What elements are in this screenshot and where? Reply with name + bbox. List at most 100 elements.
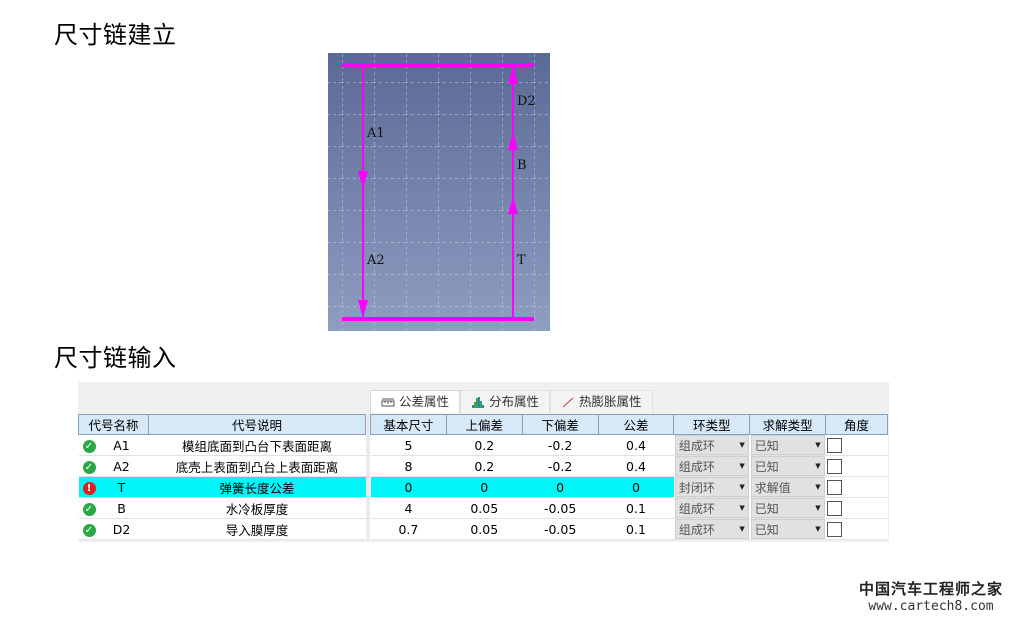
ring-type-dropdown[interactable]: 组成环 ▼ [674, 456, 749, 476]
table-splitter[interactable] [367, 414, 369, 542]
dimension-chain-panel: 公差属性 分布属性 热膨胀属性 代号名称 代号说明 ✓ A1 模组底面到凸台下表… [78, 382, 889, 542]
angle-checkbox[interactable] [826, 522, 842, 537]
dropdown-arrow-icon: ▼ [815, 504, 821, 512]
table-row[interactable]: ✓ D2 导入膜厚度 [78, 518, 366, 540]
table-row[interactable]: 5 0.2 -0.2 0.4 组成环 ▼ 已知 ▼ [370, 434, 888, 456]
upper-dev-cell[interactable]: 0.2 [446, 455, 523, 477]
check-circle-icon: ✓ [82, 460, 96, 474]
code-name: A1 [113, 437, 130, 453]
angle-checkbox[interactable] [826, 480, 842, 495]
header-upper-dev[interactable]: 上偏差 [445, 414, 523, 435]
solve-type-dropdown[interactable]: 已知 ▼ [750, 435, 825, 455]
solve-type-value: 求解值 [754, 480, 791, 495]
watermark: 中国汽车工程师之家 www.cartech8.com [859, 578, 1003, 614]
upper-dev-cell[interactable]: 0 [446, 476, 523, 498]
dropdown-arrow-icon: ▼ [739, 525, 745, 533]
dropdown-arrow-icon: ▼ [739, 462, 745, 470]
upper-dev-cell[interactable]: 0.05 [446, 518, 523, 540]
nominal-cell[interactable]: 0 [370, 476, 447, 498]
ring-type-value: 组成环 [678, 438, 715, 453]
header-code-desc[interactable]: 代号说明 [147, 414, 367, 435]
ring-type-value: 组成环 [678, 459, 715, 474]
table-row[interactable]: ✓ B 水冷板厚度 [78, 497, 366, 519]
code-name: D2 [112, 521, 131, 537]
check-circle-icon: ✓ [82, 523, 96, 537]
tolerance-cell[interactable]: 0 [598, 476, 674, 498]
dropdown-arrow-icon: ▼ [815, 462, 821, 470]
code-description[interactable]: 弹簧长度公差 [148, 476, 366, 498]
code-table: 代号名称 代号说明 ✓ A1 模组底面到凸台下表面距离 ✓ A2 底壳上表面到凸… [78, 414, 367, 540]
property-tabs: 公差属性 分布属性 热膨胀属性 [370, 390, 653, 413]
watermark-url: www.cartech8.com [868, 599, 994, 614]
table-row[interactable]: 0.7 0.05 -0.05 0.1 组成环 ▼ 已知 ▼ [370, 518, 888, 540]
solve-type-dropdown[interactable]: 求解值 ▼ [750, 477, 825, 497]
label-a1: A1 [366, 126, 385, 141]
section-title-build: 尺寸链建立 [54, 21, 177, 49]
lower-dev-cell[interactable]: -0.2 [522, 455, 599, 477]
header-nominal[interactable]: 基本尺寸 [370, 414, 447, 435]
code-description[interactable]: 水冷板厚度 [148, 497, 366, 519]
solve-type-value: 已知 [754, 438, 779, 453]
header-lower-dev[interactable]: 下偏差 [521, 414, 599, 435]
dropdown-arrow-icon: ▼ [815, 525, 821, 533]
dropdown-arrow-icon: ▼ [739, 441, 745, 449]
nominal-cell[interactable]: 4 [370, 497, 447, 519]
solve-type-dropdown[interactable]: 已知 ▼ [750, 456, 825, 476]
angle-checkbox[interactable] [826, 438, 842, 453]
tab-tolerance-label: 公差属性 [399, 394, 450, 409]
header-solve-type[interactable]: 求解类型 [749, 414, 827, 435]
nominal-cell[interactable]: 8 [370, 455, 447, 477]
dropdown-arrow-icon: ▼ [815, 441, 821, 449]
ring-type-dropdown[interactable]: 组成环 ▼ [674, 519, 749, 539]
table-row[interactable]: ✓ A1 模组底面到凸台下表面距离 [78, 434, 366, 456]
table-row[interactable]: ! T 弹簧长度公差 [78, 476, 366, 498]
line-icon [562, 397, 574, 408]
upper-dev-cell[interactable]: 0.2 [446, 434, 523, 456]
ring-type-dropdown[interactable]: 组成环 ▼ [674, 498, 749, 518]
header-ring-type[interactable]: 环类型 [673, 414, 751, 435]
code-description[interactable]: 底壳上表面到凸台上表面距离 [148, 455, 366, 477]
tab-thermal-expansion[interactable]: 热膨胀属性 [550, 390, 653, 413]
section-title-input: 尺寸链输入 [54, 344, 177, 372]
solve-type-value: 已知 [754, 459, 779, 474]
tab-thermal-expansion-label: 热膨胀属性 [579, 394, 642, 409]
tolerance-cell[interactable]: 0.4 [598, 455, 674, 477]
solve-type-dropdown[interactable]: 已知 ▼ [750, 498, 825, 518]
table-row[interactable]: 4 0.05 -0.05 0.1 组成环 ▼ 已知 ▼ [370, 497, 888, 519]
label-a2: A2 [366, 253, 385, 268]
tolerance-cell[interactable]: 0.1 [598, 518, 674, 540]
nominal-cell[interactable]: 5 [370, 434, 447, 456]
ring-type-dropdown[interactable]: 封闭环 ▼ [674, 477, 749, 497]
header-code-name[interactable]: 代号名称 [78, 414, 149, 435]
tolerance-table: 基本尺寸 上偏差 下偏差 公差 环类型 求解类型 角度 5 0.2 -0.2 0… [370, 414, 888, 540]
nominal-cell[interactable]: 0.7 [370, 518, 447, 540]
check-circle-icon: ✓ [82, 439, 96, 453]
tolerance-cell[interactable]: 0.4 [598, 434, 674, 456]
table-row[interactable]: 0 0 0 0 封闭环 ▼ 求解值 ▼ [370, 476, 888, 498]
ring-type-dropdown[interactable]: 组成环 ▼ [674, 435, 749, 455]
code-description[interactable]: 模组底面到凸台下表面距离 [148, 434, 366, 456]
angle-checkbox[interactable] [826, 501, 842, 516]
label-b: B [517, 158, 527, 173]
solve-type-dropdown[interactable]: 已知 ▼ [750, 519, 825, 539]
upper-dev-cell[interactable]: 0.05 [446, 497, 523, 519]
histogram-icon [472, 397, 485, 408]
lower-dev-cell[interactable]: 0 [522, 476, 599, 498]
ring-type-value: 封闭环 [678, 480, 715, 495]
header-angle[interactable]: 角度 [825, 414, 888, 435]
lower-dev-cell[interactable]: -0.2 [522, 434, 599, 456]
table-row[interactable]: ✓ A2 底壳上表面到凸台上表面距离 [78, 455, 366, 477]
lower-dev-cell[interactable]: -0.05 [522, 518, 599, 540]
header-tolerance[interactable]: 公差 [597, 414, 675, 435]
ring-type-value: 组成环 [678, 522, 715, 537]
tab-distribution[interactable]: 分布属性 [460, 390, 551, 413]
code-name: B [117, 500, 126, 516]
lower-dev-cell[interactable]: -0.05 [522, 497, 599, 519]
ruler-icon [381, 398, 395, 407]
code-description[interactable]: 导入膜厚度 [148, 518, 366, 540]
table-row[interactable]: 8 0.2 -0.2 0.4 组成环 ▼ 已知 ▼ [370, 455, 888, 477]
tolerance-cell[interactable]: 0.1 [598, 497, 674, 519]
tab-tolerance[interactable]: 公差属性 [370, 390, 461, 413]
label-t: T [517, 253, 526, 268]
angle-checkbox[interactable] [826, 459, 842, 474]
